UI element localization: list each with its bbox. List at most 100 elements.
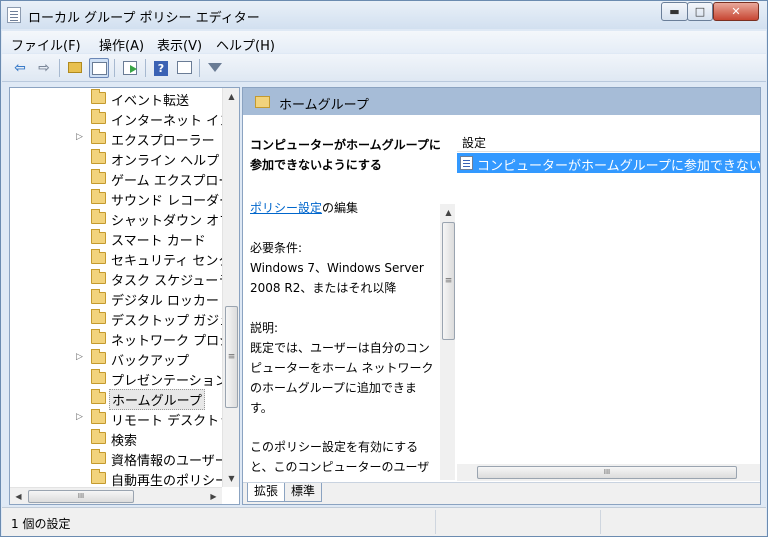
scroll-thumb[interactable]: III	[28, 490, 134, 503]
tab-standard[interactable]: 標準	[284, 483, 323, 502]
status-bar: 1 個の設定	[2, 507, 766, 536]
back-button[interactable]: ⇦	[10, 58, 30, 78]
tree-item[interactable]: ゲーム エクスプロー	[10, 168, 231, 189]
tree-item[interactable]: ▷ リモート デスクトッ	[10, 408, 232, 429]
arrow-right-icon: ⇨	[38, 60, 50, 76]
column-header-setting[interactable]: 設定	[457, 130, 760, 152]
folder-icon	[91, 309, 106, 324]
details-header: ホームグループ	[243, 88, 760, 115]
tree-item[interactable]: デジタル ロッカー	[10, 288, 222, 309]
up-one-level-button[interactable]	[65, 58, 85, 78]
tree-item-label: 資格情報のユーザー	[111, 454, 228, 469]
tree-item[interactable]: サウンド レコーダー	[10, 188, 232, 209]
arrow-left-icon: ⇦	[14, 60, 26, 76]
tree-item[interactable]: セキュリティ センタ	[10, 248, 231, 269]
folder-icon	[91, 289, 106, 304]
scroll-right-arrow[interactable]: ▶	[205, 488, 222, 504]
properties-button[interactable]	[174, 58, 194, 78]
help-button[interactable]: ?	[151, 58, 171, 78]
explanation-line: のホームグループに追加できま	[250, 381, 417, 395]
tree-item-label: リモート デスクトッ	[111, 414, 233, 429]
tree-item-label: デスクトップ ガジェ	[111, 314, 233, 329]
policy-title-line2: 参加できないようにする	[250, 158, 382, 172]
policy-setting-icon	[460, 156, 473, 170]
scroll-thumb[interactable]: III	[477, 466, 737, 479]
folder-icon	[91, 369, 106, 384]
menu-view[interactable]: 表示(V)	[157, 35, 202, 54]
title-bar[interactable]: ローカル グループ ポリシー エディター ▬ □ ✕	[1, 1, 767, 29]
menu-file[interactable]: ファイル(F)	[11, 35, 81, 54]
tree-item[interactable]: 資格情報のユーザー	[10, 448, 228, 469]
folder-icon	[91, 149, 106, 164]
tree-horizontal-scrollbar[interactable]: ◀ III ▶	[10, 487, 222, 504]
forward-button[interactable]: ⇨	[34, 58, 54, 78]
tree-item[interactable]: スマート カード	[10, 228, 222, 249]
folder-icon	[91, 109, 106, 124]
export-list-button[interactable]	[120, 58, 140, 78]
show-hide-tree-button[interactable]	[89, 58, 109, 78]
scroll-left-arrow[interactable]: ◀	[10, 488, 27, 504]
folder-icon	[91, 169, 106, 184]
close-button[interactable]: ✕	[713, 2, 759, 21]
folder-icon	[91, 269, 106, 284]
tree-item[interactable]: インターネット イン	[10, 108, 232, 129]
view-tabs: 拡張 標準	[243, 482, 760, 504]
folder-icon	[91, 89, 106, 104]
folder-icon	[91, 409, 106, 424]
scroll-thumb[interactable]: ≡	[442, 222, 455, 340]
window-title: ローカル グループ ポリシー エディター	[28, 11, 260, 26]
folder-icon	[91, 469, 106, 484]
edit-policy-line: ポリシー設定の編集	[250, 199, 358, 216]
explanation-line: と、このコンピューターのユーザ	[250, 460, 430, 474]
minimize-button[interactable]: ▬	[661, 2, 688, 21]
tree-item[interactable]: オンライン ヘルプ	[10, 148, 222, 169]
expand-arrow-icon[interactable]: ▷	[76, 412, 83, 422]
column-header-label: 設定	[462, 136, 487, 150]
folder-icon	[255, 96, 270, 108]
explanation-label: 説明:	[250, 321, 279, 335]
description-scrollbar[interactable]: ▲ ≡	[440, 204, 455, 480]
folder-icon	[91, 229, 106, 244]
setting-row[interactable]: コンピューターがホームグループに参加できないようにする	[457, 153, 760, 174]
tree-item[interactable]: ホームグループ	[10, 388, 222, 410]
tree-item-label: シャットダウン オプ	[111, 214, 233, 229]
expand-arrow-icon[interactable]: ▷	[76, 132, 83, 142]
console-tree-icon	[91, 62, 107, 75]
policy-editor-icon	[7, 7, 21, 23]
folder-icon	[91, 449, 106, 464]
settings-list: 設定 コンピューターがホームグループに参加できないようにする	[457, 116, 760, 480]
scroll-up-arrow[interactable]: ▲	[440, 204, 455, 221]
tree-item[interactable]: ▷ バックアップ	[10, 348, 222, 369]
filter-button[interactable]	[205, 58, 225, 78]
tree-item[interactable]: 検索	[10, 428, 222, 449]
tree-item-label: プレゼンテーション	[111, 374, 228, 389]
menu-action[interactable]: 操作(A)	[99, 35, 144, 54]
expand-arrow-icon[interactable]: ▷	[76, 352, 83, 362]
explanation-line: このポリシー設定を有効にする	[250, 440, 419, 454]
status-text: 1 個の設定	[11, 517, 71, 531]
tree-item[interactable]: タスク スケジューラ	[10, 268, 231, 289]
settings-horizontal-scrollbar[interactable]: III	[457, 464, 760, 481]
scroll-down-arrow[interactable]: ▼	[223, 470, 239, 487]
tree-item-label: 検索	[111, 434, 138, 449]
scroll-thumb[interactable]: ≡	[225, 306, 238, 408]
requirements-line1: Windows 7、Windows Server	[250, 261, 424, 275]
tree-item[interactable]: 自動再生のポリシー	[10, 468, 228, 489]
tree-item[interactable]: ▷ エクスプローラー	[10, 128, 222, 149]
tree-item-label: タスク スケジューラ	[111, 274, 232, 289]
tree-vertical-scrollbar[interactable]: ▲ ≡ ▼	[222, 88, 239, 487]
tab-extended[interactable]: 拡張	[247, 483, 286, 502]
menu-bar: ファイル(F) 操作(A) 表示(V) ヘルプ(H)	[2, 31, 766, 54]
tree-item[interactable]: デスクトップ ガジェ	[10, 308, 232, 329]
scroll-up-arrow[interactable]: ▲	[223, 88, 239, 105]
tree-item[interactable]: ネットワーク プロジ	[10, 328, 232, 349]
tree-item-label: インターネット イン	[111, 114, 233, 129]
edit-policy-link[interactable]: ポリシー設定	[250, 201, 322, 215]
tree-item[interactable]: プレゼンテーション	[10, 368, 228, 389]
maximize-button[interactable]: □	[687, 2, 713, 21]
tree-item[interactable]: イベント転送	[10, 88, 222, 109]
menu-help[interactable]: ヘルプ(H)	[216, 35, 275, 54]
toolbar-separator	[59, 59, 60, 77]
tree-item-label: オンライン ヘルプ	[111, 154, 220, 169]
tree-item[interactable]: シャットダウン オプ	[10, 208, 232, 229]
